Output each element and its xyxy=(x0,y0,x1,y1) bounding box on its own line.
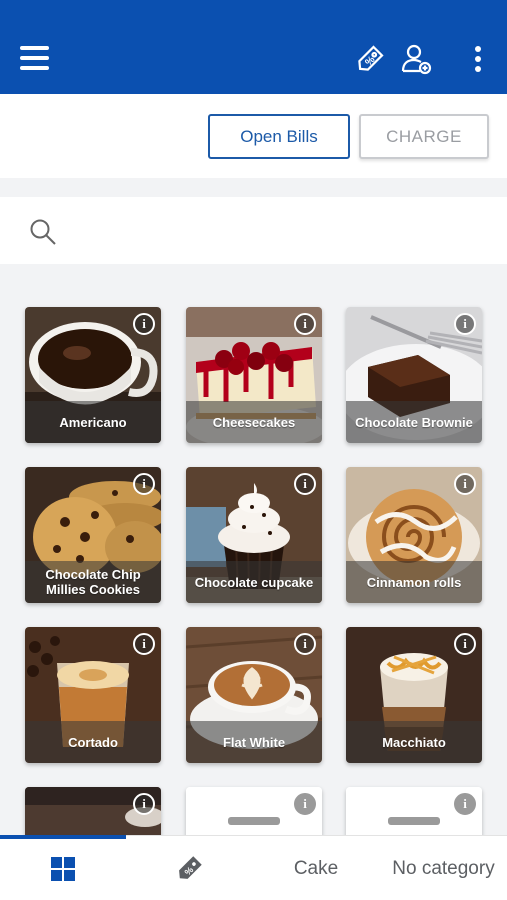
product-label: Chocolate Chip Millies Cookies xyxy=(25,561,161,603)
info-icon[interactable]: i xyxy=(294,313,316,335)
product-tile-chocolate-cupcake[interactable]: Chocolate cupcake i xyxy=(186,467,322,603)
product-grid: Americano i Cheesecakes i Chocolate Brow… xyxy=(0,265,507,835)
product-tile-chocolate-chip-cookies[interactable]: Chocolate Chip Millies Cookies i xyxy=(25,467,161,603)
info-icon[interactable]: i xyxy=(133,313,155,335)
search-input[interactable] xyxy=(70,211,490,251)
product-label: Flat White xyxy=(186,721,322,763)
search-bar xyxy=(0,197,507,264)
hamburger-menu-icon[interactable] xyxy=(20,44,50,74)
search-icon[interactable] xyxy=(28,217,58,247)
product-tile-cortado[interactable]: Cortado i xyxy=(25,627,161,763)
product-tile[interactable]: i xyxy=(25,787,161,835)
product-label: Americano xyxy=(25,401,161,443)
info-icon[interactable]: i xyxy=(294,633,316,655)
discount-tag-icon[interactable]: % xyxy=(353,42,387,76)
product-label: Chocolate cupcake xyxy=(186,561,322,603)
tab-discounts[interactable]: % xyxy=(126,836,252,900)
product-label: Macchiato xyxy=(346,721,482,763)
discount-tag-icon: % xyxy=(179,855,202,879)
tab-all-items[interactable] xyxy=(0,836,126,900)
tab-category-cake[interactable]: Cake xyxy=(252,836,380,900)
product-tile-americano[interactable]: Americano i xyxy=(25,307,161,443)
info-icon[interactable]: i xyxy=(294,793,316,815)
product-tile-cheesecakes[interactable]: Cheesecakes i xyxy=(186,307,322,443)
info-icon[interactable]: i xyxy=(454,473,476,495)
info-icon[interactable]: i xyxy=(294,473,316,495)
product-label: Chocolate Brownie xyxy=(346,401,482,443)
product-tile-chocolate-brownie[interactable]: Chocolate Brownie i xyxy=(346,307,482,443)
open-bills-button[interactable]: Open Bills xyxy=(208,114,350,159)
bottom-tab-bar: % Cake No category xyxy=(0,835,507,900)
product-label: Cheesecakes xyxy=(186,401,322,443)
product-label: Cortado xyxy=(25,721,161,763)
charge-button[interactable]: CHARGE xyxy=(359,114,489,159)
info-icon[interactable]: i xyxy=(133,793,155,815)
product-tile-macchiato[interactable]: Macchiato i xyxy=(346,627,482,763)
more-vertical-icon[interactable] xyxy=(461,42,495,76)
info-icon[interactable]: i xyxy=(454,793,476,815)
info-icon[interactable]: i xyxy=(454,313,476,335)
product-tile-flat-white[interactable]: Flat White i xyxy=(186,627,322,763)
product-tile[interactable]: i xyxy=(346,787,482,835)
info-icon[interactable]: i xyxy=(454,633,476,655)
product-tile[interactable]: i xyxy=(186,787,322,835)
tab-no-category[interactable]: No category xyxy=(380,836,507,900)
add-customer-icon[interactable] xyxy=(399,42,433,76)
app-header: % xyxy=(0,0,507,94)
product-label: Cinnamon rolls xyxy=(346,561,482,603)
info-icon[interactable]: i xyxy=(133,633,155,655)
info-icon[interactable]: i xyxy=(133,473,155,495)
grid-icon xyxy=(51,856,75,881)
action-bar: Open Bills CHARGE xyxy=(0,94,507,178)
product-tile-cinnamon-rolls[interactable]: Cinnamon rolls i xyxy=(346,467,482,603)
